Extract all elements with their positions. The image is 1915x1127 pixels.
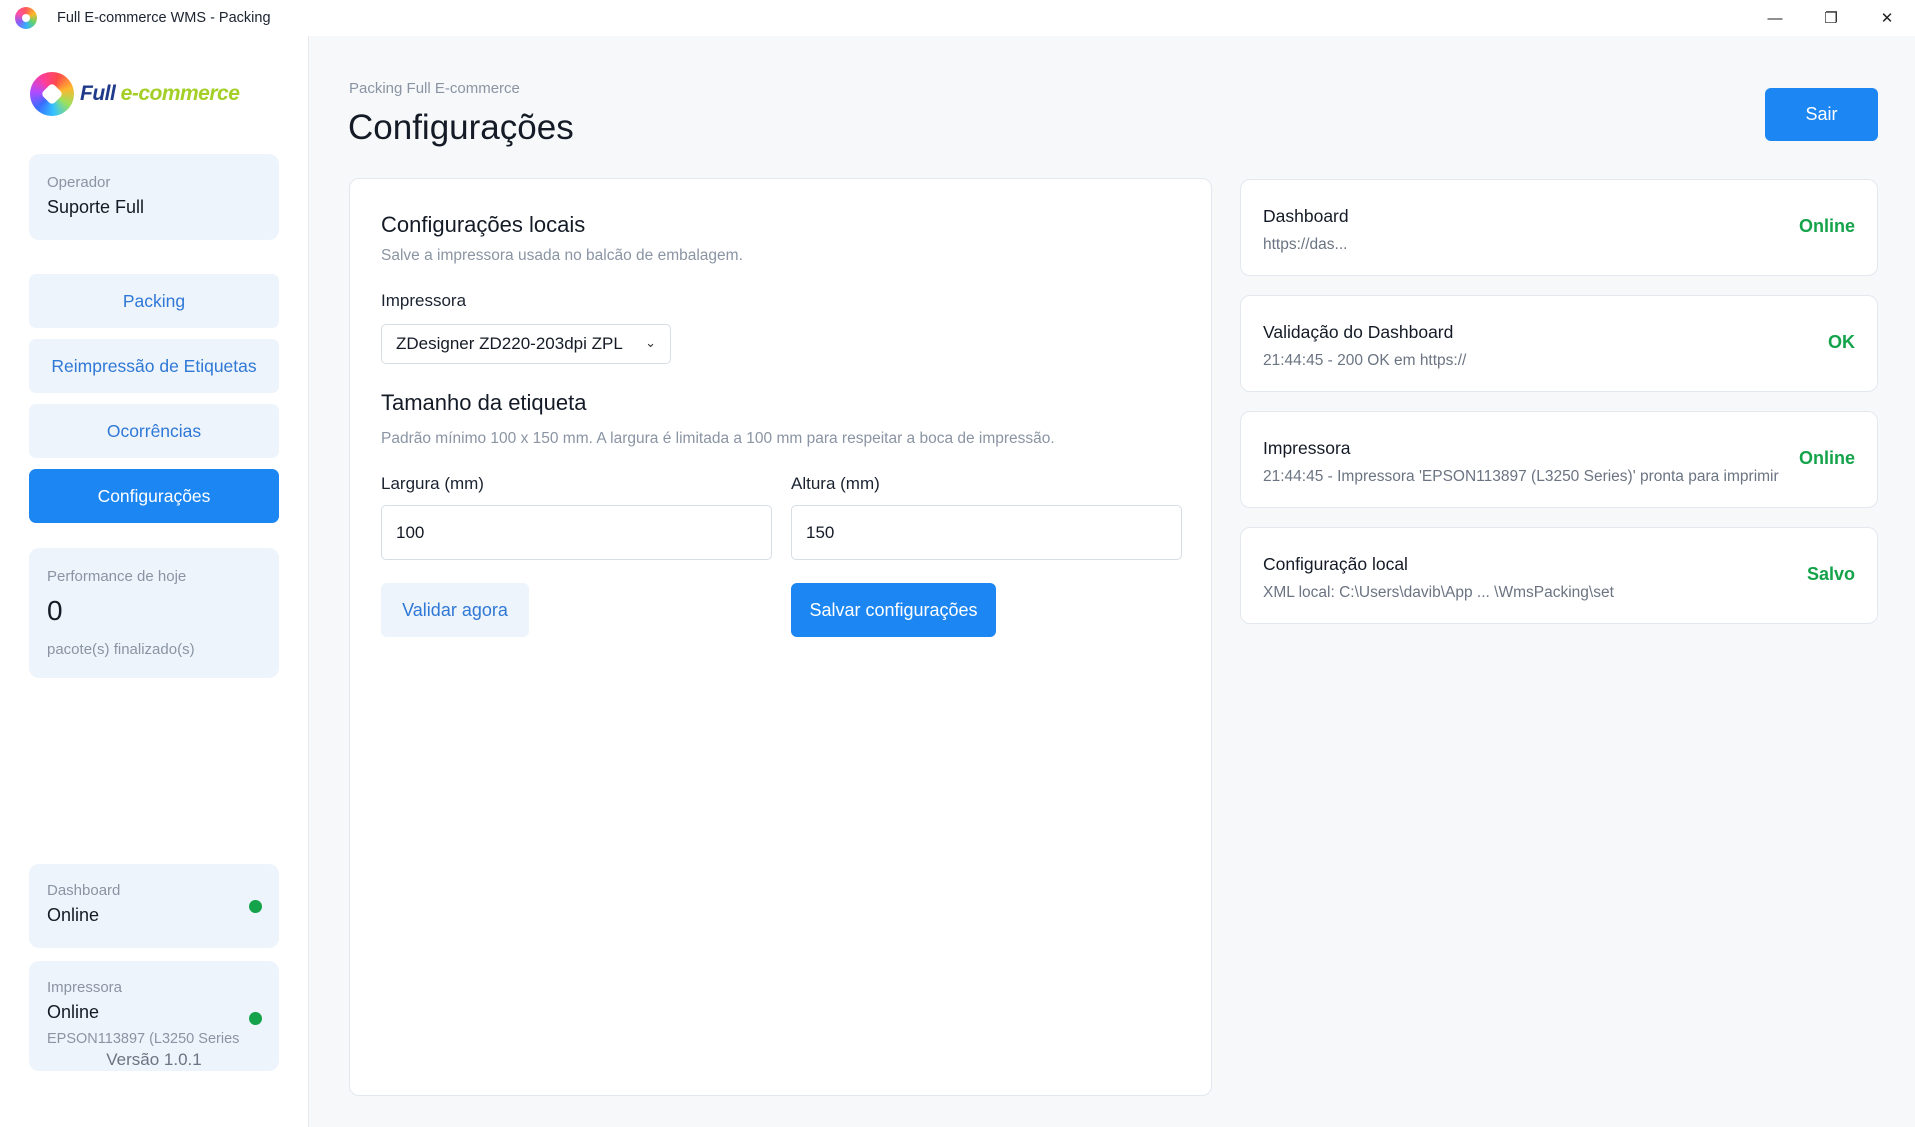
label-size-title: Tamanho da etiqueta [381, 390, 587, 415]
operator-name: Suporte Full [47, 197, 145, 217]
dashboard-status-dot-icon [249, 900, 262, 913]
nav-packing[interactable]: Packing [29, 274, 279, 328]
height-field-label: Altura (mm) [791, 474, 880, 493]
nav-configuracoes[interactable]: Configurações [29, 469, 279, 523]
status-card-status: Online [1798, 216, 1855, 236]
operator-card: Operador Suporte Full [29, 154, 279, 240]
app-version: Versão 1.0.1 [106, 1050, 202, 1069]
operator-label: Operador [47, 174, 111, 191]
height-input[interactable]: 150 [791, 505, 1182, 560]
page-title: Configurações [348, 108, 574, 147]
printer-field-label: Impressora [381, 291, 467, 310]
dashboard-status-value: Online [47, 905, 100, 925]
close-icon[interactable]: ✕ [1859, 0, 1915, 36]
settings-panel: Configurações locais Salve a impressora … [349, 178, 1212, 1096]
nav-ocorrencias[interactable]: Ocorrências [29, 404, 279, 458]
local-settings-desc: Salve a impressora usada no balcão de em… [381, 247, 743, 264]
performance-card: Performance de hoje 0 pacote(s) finaliza… [29, 548, 279, 678]
status-card-detail: XML local: C:\Users\davib\App ... \WmsPa… [1263, 584, 1614, 601]
save-settings-button[interactable]: Salvar configurações [791, 583, 996, 637]
printer-status-value: Online [47, 1002, 100, 1022]
validate-now-button[interactable]: Validar agora [381, 583, 529, 637]
exit-button[interactable]: Sair [1765, 88, 1878, 141]
status-card-status: OK [1828, 332, 1855, 352]
restore-icon[interactable]: ❐ [1803, 0, 1859, 36]
printer-status-detail: EPSON113897 (L3250 Series) [47, 1031, 239, 1047]
window-controls: — ❐ ✕ [1747, 0, 1915, 36]
logo-text: Full e-commerce [80, 82, 240, 105]
local-settings-title: Configurações locais [381, 212, 586, 237]
performance-sub: pacote(s) finalizado(s) [47, 641, 195, 658]
brand-logo: Full e-commerce [30, 72, 240, 116]
performance-value: 0 [47, 595, 63, 626]
status-card-status: Online [1798, 448, 1855, 468]
app-icon [15, 7, 37, 29]
printer-select-value: ZDesigner ZD220-203dpi ZPL [396, 334, 623, 353]
status-card-detail: 21:44:45 - 200 OK em https:// [1263, 352, 1467, 369]
dashboard-status-label: Dashboard [47, 882, 121, 899]
label-size-desc: Padrão mínimo 100 x 150 mm. A largura é … [381, 430, 1055, 447]
status-card-detail: 21:44:45 - Impressora 'EPSON113897 (L325… [1263, 468, 1779, 485]
status-card-dashboard-validation: Validação do Dashboard 21:44:45 - 200 OK… [1240, 295, 1878, 392]
breadcrumb: Packing Full E-commerce [349, 80, 520, 97]
status-card-printer: Impressora 21:44:45 - Impressora 'EPSON1… [1240, 411, 1878, 508]
nav-reimpressao-etiquetas[interactable]: Reimpressão de Etiquetas [29, 339, 279, 393]
width-field-label: Largura (mm) [381, 474, 484, 493]
performance-label: Performance de hoje [47, 568, 187, 585]
status-card-title: Configuração local [1263, 554, 1408, 574]
status-card-local-config: Configuração local XML local: C:\Users\d… [1240, 527, 1878, 624]
minimize-icon[interactable]: — [1747, 0, 1803, 36]
status-card-status: Salvo [1806, 564, 1855, 584]
printer-status-label: Impressora [47, 979, 123, 996]
status-card-title: Impressora [1263, 438, 1351, 458]
status-card-detail: https://das... [1263, 236, 1348, 253]
status-card-title: Dashboard [1263, 206, 1349, 226]
status-card-title: Validação do Dashboard [1263, 322, 1454, 342]
title-bar: Full E-commerce WMS - Packing — ❐ ✕ [0, 0, 1915, 36]
width-input[interactable]: 100 [381, 505, 772, 560]
sidebar: Full e-commerce Operador Suporte Full Pa… [0, 36, 309, 1127]
logo-icon [30, 72, 74, 116]
status-card-dashboard: Dashboard https://das... Online [1240, 179, 1878, 276]
printer-status-dot-icon [249, 1012, 262, 1025]
dashboard-status-card: Dashboard Online [29, 864, 279, 948]
window-title: Full E-commerce WMS - Packing [57, 10, 271, 26]
chevron-down-icon: ⌄ [645, 335, 656, 350]
printer-select[interactable]: ZDesigner ZD220-203dpi ZPL ⌄ [381, 324, 671, 364]
